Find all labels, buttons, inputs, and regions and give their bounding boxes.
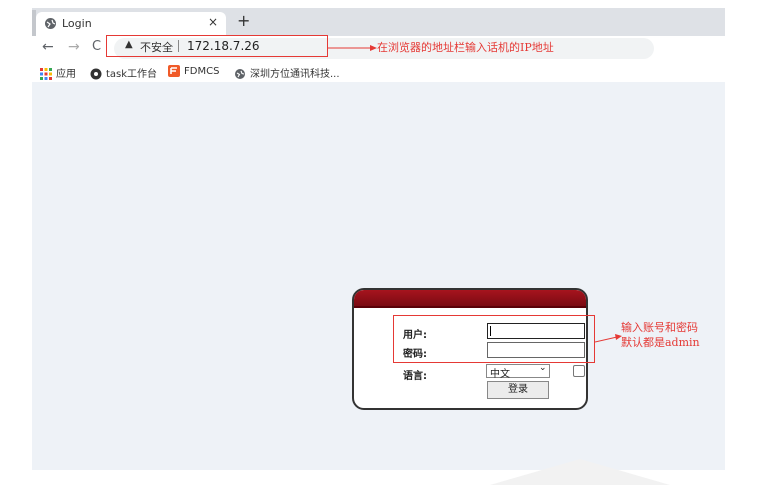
globe-icon xyxy=(45,18,56,29)
chevron-down-icon: ⌄ xyxy=(539,363,547,373)
annotation-address: 在浏览器的地址栏输入话机的IP地址 xyxy=(377,41,554,54)
login-panel-header-line xyxy=(354,306,586,308)
bookmark-label: 应用 xyxy=(56,69,76,80)
toolbar: ← → C ▲ 不安全 172.18.7.26 在浏览器的地址栏输入话机的IP地… xyxy=(32,35,725,62)
tab-title: Login xyxy=(62,17,92,30)
tab-strip: Login × + xyxy=(32,8,725,36)
url-text[interactable]: 172.18.7.26 xyxy=(187,39,260,53)
annotation-arrow-address xyxy=(328,45,377,51)
bookmark-apps[interactable]: 应用 xyxy=(40,65,76,80)
annotation-login-line2: 默认都是admin xyxy=(621,336,700,349)
bookmarks-bar: 应用 task工作台 FDMCS 深圳方位通讯科技... xyxy=(32,62,725,82)
annotation-arrow-login xyxy=(595,334,622,343)
annotation-login: 输入账号和密码 默认都是admin xyxy=(621,320,700,350)
tab-login[interactable]: Login × xyxy=(36,12,226,36)
tab-close-icon[interactable]: × xyxy=(208,15,218,29)
address-highlight-box: ▲ 不安全 172.18.7.26 xyxy=(106,35,328,57)
language-value: 中文 xyxy=(490,369,510,380)
language-select[interactable]: 中文 ⌄ xyxy=(486,363,550,380)
language-label: 语言: xyxy=(403,371,427,382)
apps-grid-icon xyxy=(40,68,52,80)
bookmark-company[interactable]: 深圳方位通讯科技... xyxy=(234,65,340,80)
back-button[interactable]: ← xyxy=(42,39,54,55)
annotation-login-line1: 输入账号和密码 xyxy=(621,321,698,334)
reload-button[interactable]: C xyxy=(92,39,101,54)
bookmark-label: task工作台 xyxy=(106,69,158,80)
page-content xyxy=(32,82,725,470)
remember-checkbox[interactable] xyxy=(573,365,585,377)
watermark-shape xyxy=(490,459,670,485)
login-button[interactable]: 登录 xyxy=(487,381,549,399)
globe-icon xyxy=(235,69,245,79)
bookmark-task[interactable]: task工作台 xyxy=(90,65,157,80)
fdmcs-icon xyxy=(168,65,180,77)
separator xyxy=(178,40,179,52)
login-panel-header xyxy=(354,290,586,306)
insecure-label: 不安全 xyxy=(140,41,173,54)
credentials-highlight-box xyxy=(393,315,595,363)
warning-triangle-icon: ▲ xyxy=(125,39,133,50)
forward-button[interactable]: → xyxy=(68,39,80,55)
bookmark-fdmcs[interactable]: FDMCS xyxy=(168,65,219,77)
bookmark-label: FDMCS xyxy=(184,66,220,77)
task-icon xyxy=(90,68,102,80)
new-tab-button[interactable]: + xyxy=(237,11,250,30)
bookmark-label: 深圳方位通讯科技... xyxy=(250,69,340,80)
